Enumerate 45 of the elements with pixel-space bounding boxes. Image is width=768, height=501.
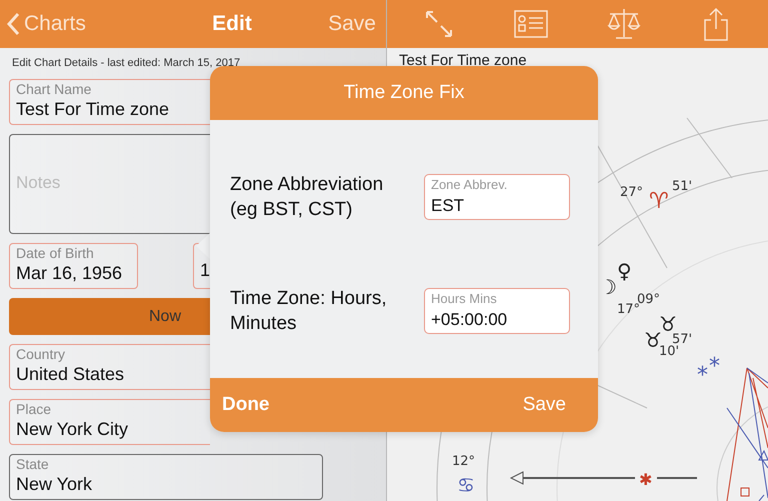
field-label: Chart Name <box>16 81 92 98</box>
chart-label: 51' <box>672 179 692 194</box>
field-value: Test For Time zone <box>16 98 170 121</box>
chart-label: ☽ <box>599 275 617 299</box>
field-label: State <box>16 456 49 473</box>
chart-label: 27° <box>620 185 644 200</box>
text-field[interactable]: Place New York City <box>9 399 210 445</box>
chart-title: Test For Time zone <box>398 51 528 68</box>
scales-icon[interactable] <box>606 6 642 42</box>
chart-label: 10' <box>659 344 680 359</box>
text-field[interactable]: Country United States <box>9 344 210 390</box>
row-label: Zone Abbreviation (eg BST, CST) <box>230 173 384 222</box>
text-field[interactable]: Zone Abbrev. EST <box>424 174 570 220</box>
chart-label: 17° <box>617 302 640 317</box>
text-field[interactable]: 1 <box>193 243 210 289</box>
chart-label: * <box>697 363 708 388</box>
text-field[interactable]: Hours Mins +05:00:00 <box>424 288 570 334</box>
field-value: Mar 16, 1956 <box>16 262 122 285</box>
field-label: Place <box>16 401 52 418</box>
field-value: New York City <box>16 418 128 441</box>
chart-label: ♈ <box>649 189 669 214</box>
field-value: +05:00:00 <box>431 309 508 331</box>
back-chevron-icon <box>6 12 20 36</box>
field-value: EST <box>431 195 464 217</box>
chart-label: ♀ <box>617 259 632 283</box>
field-value: 1 <box>200 259 210 282</box>
row-label: Time Zone: Hours, Minutes <box>230 287 388 336</box>
now-button[interactable]: Now <box>9 298 210 335</box>
chart-label: 57' <box>672 332 692 347</box>
nav-title: Edit <box>212 12 252 36</box>
chart-label: ✱ <box>639 470 652 489</box>
text-field[interactable]: State New York <box>9 454 323 500</box>
chart-label: ♉ <box>644 328 662 352</box>
field-label: Hours Mins <box>431 290 497 308</box>
dialog-title: Time Zone Fix <box>210 66 598 120</box>
chart-label: ♋ <box>457 473 475 497</box>
field-label: Zone Abbrev. <box>431 176 508 194</box>
text-field[interactable]: Chart Name Test For Time zone <box>9 79 210 125</box>
field-value: New York <box>16 473 92 496</box>
field-value: United States <box>16 363 124 386</box>
field-label: Country <box>16 346 66 363</box>
chart-label: 12° <box>452 454 476 469</box>
text-field[interactable]: Date of Birth Mar 16, 1956 <box>9 243 138 289</box>
field-label: Date of Birth <box>16 245 94 262</box>
chart-label: * <box>709 354 720 379</box>
